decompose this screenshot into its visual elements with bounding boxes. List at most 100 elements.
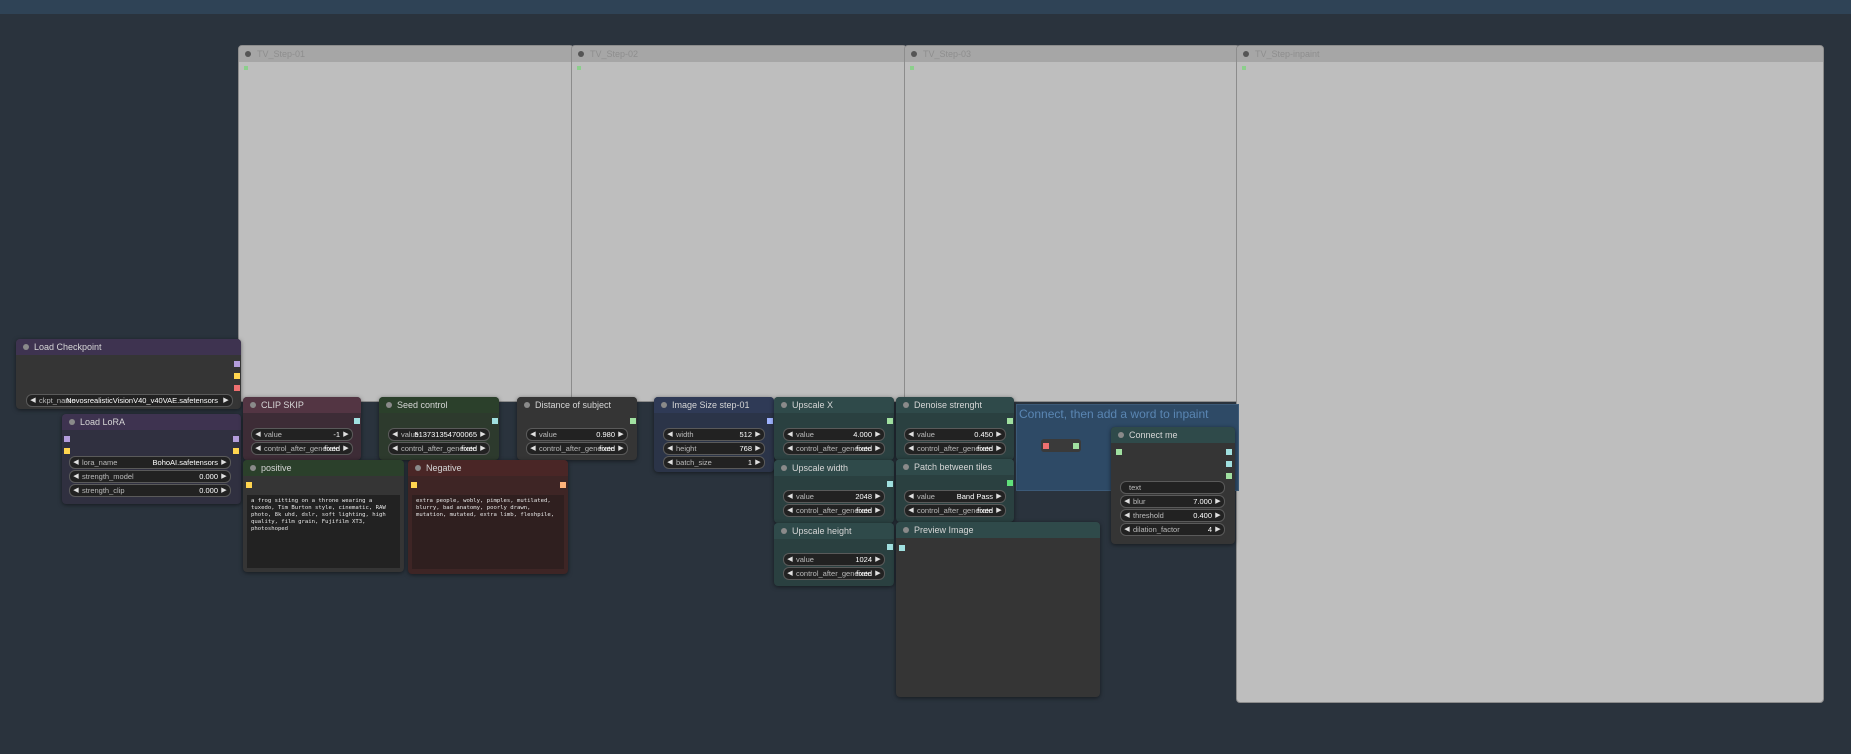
arrow-left-icon[interactable]: ◀ xyxy=(72,485,80,496)
node-patch-between-tiles[interactable]: Patch between tiles ◀ value Band Pass ▶ … xyxy=(896,459,1014,522)
arrow-left-icon[interactable]: ◀ xyxy=(254,429,262,440)
arrow-right-icon[interactable]: ▶ xyxy=(874,491,882,502)
value-number[interactable]: ◀ value 4.000 ▶ xyxy=(783,428,885,441)
node-connect-me[interactable]: Connect me text ◀ blur 7.000 ▶ ◀ thresho… xyxy=(1111,427,1235,544)
arrow-left-icon[interactable]: ◀ xyxy=(907,443,915,454)
arrow-left-icon[interactable]: ◀ xyxy=(666,457,674,468)
output-port-icon[interactable] xyxy=(354,418,360,424)
model-input-port-icon[interactable] xyxy=(64,436,70,442)
node-title[interactable]: Image Size step-01 xyxy=(654,397,774,413)
threshold-number[interactable]: ◀ threshold 0.400 ▶ xyxy=(1120,509,1225,522)
output-port-icon[interactable] xyxy=(1226,449,1232,455)
output-port-icon[interactable] xyxy=(244,66,248,70)
arrow-right-icon[interactable]: ▶ xyxy=(995,429,1003,440)
control-after-generate-combo[interactable]: ◀ control_after_generate fixed ▶ xyxy=(783,442,885,455)
node-title[interactable]: Upscale width xyxy=(774,460,894,476)
arrow-left-icon[interactable]: ◀ xyxy=(666,429,674,440)
control-after-generate-combo[interactable]: ◀ control_after_generate fixed ▶ xyxy=(526,442,628,455)
collapse-dot-icon[interactable] xyxy=(903,527,909,533)
arrow-left-icon[interactable]: ◀ xyxy=(786,568,794,579)
output-port-icon[interactable] xyxy=(1226,461,1232,467)
node-title[interactable]: Load Checkpoint xyxy=(16,339,241,355)
conditioning-output-port-icon[interactable] xyxy=(560,482,566,488)
control-after-generate-combo[interactable]: ◀ control_after_generate fixed ▶ xyxy=(783,567,885,580)
dilation-factor-number[interactable]: ◀ dilation_factor 4 ▶ xyxy=(1120,523,1225,536)
negative-prompt-textarea[interactable]: extra people, wobly, pimples, mutilated,… xyxy=(412,495,564,569)
arrow-right-icon[interactable]: ▶ xyxy=(342,443,350,454)
node-title[interactable]: Preview Image xyxy=(896,522,1100,538)
batch-size-number[interactable]: ◀ batch_size 1 ▶ xyxy=(663,456,765,469)
group-tv-step-inpaint[interactable]: TV_Step-inpaint xyxy=(1236,45,1824,703)
output-port-icon[interactable] xyxy=(910,66,914,70)
node-clip-skip[interactable]: CLIP SKIP ◀ value -1 ▶ ◀ control_after_g… xyxy=(243,397,361,460)
node-load-checkpoint[interactable]: Load Checkpoint ◀ ckpt_name Novosrealist… xyxy=(16,339,241,409)
arrow-right-icon[interactable]: ▶ xyxy=(874,554,882,565)
value-number[interactable]: ◀ value 2048 ▶ xyxy=(783,490,885,503)
collapse-dot-icon[interactable] xyxy=(781,528,787,534)
arrow-left-icon[interactable]: ◀ xyxy=(1123,496,1131,507)
arrow-right-icon[interactable]: ▶ xyxy=(874,505,882,516)
arrow-left-icon[interactable]: ◀ xyxy=(786,505,794,516)
arrow-left-icon[interactable]: ◀ xyxy=(29,395,37,406)
arrow-left-icon[interactable]: ◀ xyxy=(254,443,262,454)
arrow-right-icon[interactable]: ▶ xyxy=(220,485,228,496)
arrow-right-icon[interactable]: ▶ xyxy=(1214,510,1222,521)
arrow-left-icon[interactable]: ◀ xyxy=(907,505,915,516)
images-input-port-icon[interactable] xyxy=(899,545,905,551)
value-number[interactable]: ◀ value 1024 ▶ xyxy=(783,553,885,566)
lora-name-combo[interactable]: ◀ lora_name BohoAI.safetensors ▶ xyxy=(69,456,231,469)
arrow-right-icon[interactable]: ▶ xyxy=(479,429,487,440)
input-port-icon[interactable] xyxy=(1116,449,1122,455)
output-port-icon[interactable] xyxy=(767,418,773,424)
node-negative-prompt[interactable]: Negative extra people, wobly, pimples, m… xyxy=(408,460,568,574)
value-number[interactable]: ◀ value -1 ▶ xyxy=(251,428,353,441)
strength-model-number[interactable]: ◀ strength_model 0.000 ▶ xyxy=(69,470,231,483)
arrow-right-icon[interactable]: ▶ xyxy=(220,457,228,468)
node-title[interactable]: CLIP SKIP xyxy=(243,397,361,413)
arrow-left-icon[interactable]: ◀ xyxy=(72,457,80,468)
node-title[interactable]: Load LoRA xyxy=(62,414,241,430)
arrow-left-icon[interactable]: ◀ xyxy=(786,554,794,565)
clip-input-port-icon[interactable] xyxy=(246,482,252,488)
node-load-lora[interactable]: Load LoRA ◀ lora_name BohoAI.safetensors… xyxy=(62,414,241,504)
positive-prompt-textarea[interactable]: a frog sitting on a throne wearing a tux… xyxy=(247,495,400,568)
collapse-dot-icon[interactable] xyxy=(386,402,392,408)
arrow-left-icon[interactable]: ◀ xyxy=(666,443,674,454)
collapse-dot-icon[interactable] xyxy=(781,402,787,408)
group-title[interactable]: TV_Step-01 xyxy=(239,46,573,62)
collapse-dot-icon[interactable] xyxy=(250,465,256,471)
arrow-right-icon[interactable]: ▶ xyxy=(754,429,762,440)
output-port-icon[interactable] xyxy=(492,418,498,424)
control-after-generate-combo[interactable]: ◀ control_after_generate fixed ▶ xyxy=(251,442,353,455)
clip-input-port-icon[interactable] xyxy=(411,482,417,488)
node-title[interactable]: Seed control xyxy=(379,397,499,413)
text-input[interactable]: text xyxy=(1120,481,1225,494)
output-port-icon[interactable] xyxy=(1242,66,1246,70)
clip-input-port-icon[interactable] xyxy=(64,448,70,454)
output-port-icon[interactable] xyxy=(1226,473,1232,479)
arrow-left-icon[interactable]: ◀ xyxy=(1123,510,1131,521)
control-after-generate-combo[interactable]: ◀ control_after_generate fixed ▶ xyxy=(388,442,490,455)
arrow-left-icon[interactable]: ◀ xyxy=(391,443,399,454)
collapse-dot-icon[interactable] xyxy=(250,402,256,408)
model-output-port-icon[interactable] xyxy=(234,361,240,367)
group-tv-step-01[interactable]: TV_Step-01 xyxy=(238,45,574,402)
group-title[interactable]: TV_Step-02 xyxy=(572,46,906,62)
node-image-size[interactable]: Image Size step-01 ◀ width 512 ▶ ◀ heigh… xyxy=(654,397,774,472)
arrow-right-icon[interactable]: ▶ xyxy=(479,443,487,454)
output-port-icon[interactable] xyxy=(887,544,893,550)
output-port-icon[interactable] xyxy=(630,418,636,424)
arrow-right-icon[interactable]: ▶ xyxy=(995,505,1003,516)
value-number[interactable]: ◀ value 0.450 ▶ xyxy=(904,428,1006,441)
arrow-right-icon[interactable]: ▶ xyxy=(995,491,1003,502)
arrow-left-icon[interactable]: ◀ xyxy=(907,491,915,502)
collapse-dot-icon[interactable] xyxy=(661,402,667,408)
control-after-generate-combo[interactable]: ◀ control_after_generate fixed ▶ xyxy=(904,442,1006,455)
arrow-left-icon[interactable]: ◀ xyxy=(786,491,794,502)
collapse-dot-icon[interactable] xyxy=(23,344,29,350)
output-port-icon[interactable] xyxy=(887,481,893,487)
node-denoise-strength[interactable]: Denoise strenght ◀ value 0.450 ▶ ◀ contr… xyxy=(896,397,1014,460)
output-port-icon[interactable] xyxy=(577,66,581,70)
arrow-left-icon[interactable]: ◀ xyxy=(72,471,80,482)
collapse-dot-icon[interactable] xyxy=(1118,432,1124,438)
